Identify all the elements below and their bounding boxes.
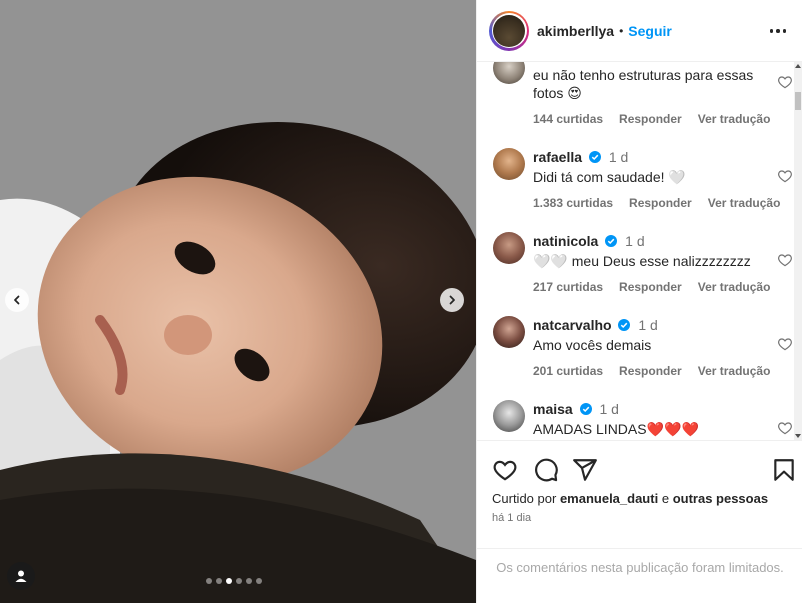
scroll-down-arrow[interactable] <box>795 434 801 438</box>
chevron-right-icon <box>449 295 455 305</box>
comment-likes[interactable]: 201 curtidas <box>533 364 603 378</box>
more-icon <box>769 29 774 33</box>
comment-username[interactable]: maisa <box>533 401 573 417</box>
comment-text: AMADAS LINDAS❤️❤️❤️ <box>533 421 699 437</box>
reply-button[interactable]: Responder <box>619 112 682 126</box>
translate-button[interactable]: Ver tradução <box>698 112 771 126</box>
translate-button[interactable]: Ver tradução <box>698 364 771 378</box>
author-avatar[interactable] <box>489 10 529 51</box>
comment-icon[interactable] <box>533 457 559 483</box>
post-media[interactable] <box>0 0 476 603</box>
next-slide-button[interactable] <box>440 288 464 312</box>
comment-text: Amo vocês demais <box>533 337 652 353</box>
comment-text: eu não tenho estruturas para essas fotos… <box>533 67 754 101</box>
comment-username[interactable]: natcarvalho <box>533 317 612 333</box>
comment-text: 🤍🤍 meu Deus esse nalizzzzzzzz <box>533 253 751 269</box>
carousel-indicator <box>206 578 262 584</box>
comment-time[interactable]: 1 d <box>638 317 657 333</box>
reply-button[interactable]: Responder <box>629 196 692 210</box>
separator-dot: • <box>619 23 624 38</box>
comment-avatar[interactable] <box>493 148 525 180</box>
liked-by-connector: e <box>661 491 670 506</box>
comments-limited-notice: Os comentários nesta publicação foram li… <box>477 548 802 603</box>
post-panel: akimberllya • Seguir eu não tenho estrut… <box>476 0 802 603</box>
chevron-left-icon <box>14 295 20 305</box>
liked-by-prefix: Curtido por <box>492 491 557 506</box>
comment-likes[interactable]: 217 curtidas <box>533 280 603 294</box>
post-time[interactable]: há 1 dia <box>492 512 531 524</box>
follow-button[interactable]: Seguir <box>628 23 672 39</box>
comment-avatar[interactable] <box>493 316 525 348</box>
comments-scrollbar[interactable] <box>794 62 802 440</box>
heart-icon[interactable] <box>492 457 518 483</box>
user-tag-icon <box>15 570 27 582</box>
scroll-thumb[interactable] <box>795 92 801 110</box>
verified-icon <box>605 235 618 247</box>
author-username[interactable]: akimberllya <box>537 23 614 39</box>
share-icon[interactable] <box>572 457 598 483</box>
translate-button[interactable]: Ver tradução <box>698 280 771 294</box>
comment-text: Didi tá com saudade! 🤍 <box>533 169 686 185</box>
liked-by-user[interactable]: emanuela_dauti <box>560 491 658 506</box>
heart-icon[interactable] <box>777 420 793 436</box>
heart-icon[interactable] <box>777 336 793 352</box>
comment-likes[interactable]: 144 curtidas <box>533 112 603 126</box>
carousel-dot <box>216 578 222 584</box>
comment-time[interactable]: 1 d <box>625 233 644 249</box>
baby-photo <box>0 0 476 603</box>
carousel-dot <box>236 578 242 584</box>
translate-button[interactable]: Ver tradução <box>708 196 781 210</box>
comment-username[interactable]: rafaella <box>533 149 582 165</box>
heart-icon[interactable] <box>777 74 793 90</box>
carousel-dot-active <box>226 578 232 584</box>
reply-button[interactable]: Responder <box>619 364 682 378</box>
more-options-button[interactable] <box>766 22 790 40</box>
verified-icon <box>618 319 631 331</box>
verified-icon <box>579 403 592 415</box>
bookmark-icon[interactable] <box>771 457 797 483</box>
comment-time[interactable]: 1 d <box>599 401 618 417</box>
post-header: akimberllya • Seguir <box>477 0 802 62</box>
tagged-users-button[interactable] <box>7 562 35 590</box>
comment-likes[interactable]: 1.383 curtidas <box>533 196 613 210</box>
scroll-up-arrow[interactable] <box>795 64 801 68</box>
post-actions: Curtido por emanuela_dauti e outras pess… <box>477 440 802 548</box>
liked-by-line: Curtido por emanuela_dauti e outras pess… <box>492 491 768 506</box>
reply-button[interactable]: Responder <box>619 280 682 294</box>
previous-slide-button[interactable] <box>5 288 29 312</box>
heart-icon[interactable] <box>777 252 793 268</box>
heart-icon[interactable] <box>777 168 793 184</box>
liked-by-others[interactable]: outras pessoas <box>673 491 768 506</box>
verified-icon <box>588 151 601 163</box>
comment-avatar[interactable] <box>493 232 525 264</box>
comment-avatar[interactable] <box>493 62 525 84</box>
comment-time[interactable]: 1 d <box>609 149 628 165</box>
carousel-dot <box>246 578 252 584</box>
comments-list[interactable]: eu não tenho estruturas para essas fotos… <box>477 62 795 440</box>
carousel-dot <box>256 578 262 584</box>
comment-avatar[interactable] <box>493 400 525 432</box>
carousel-dot <box>206 578 212 584</box>
comment-username[interactable]: natinicola <box>533 233 598 249</box>
